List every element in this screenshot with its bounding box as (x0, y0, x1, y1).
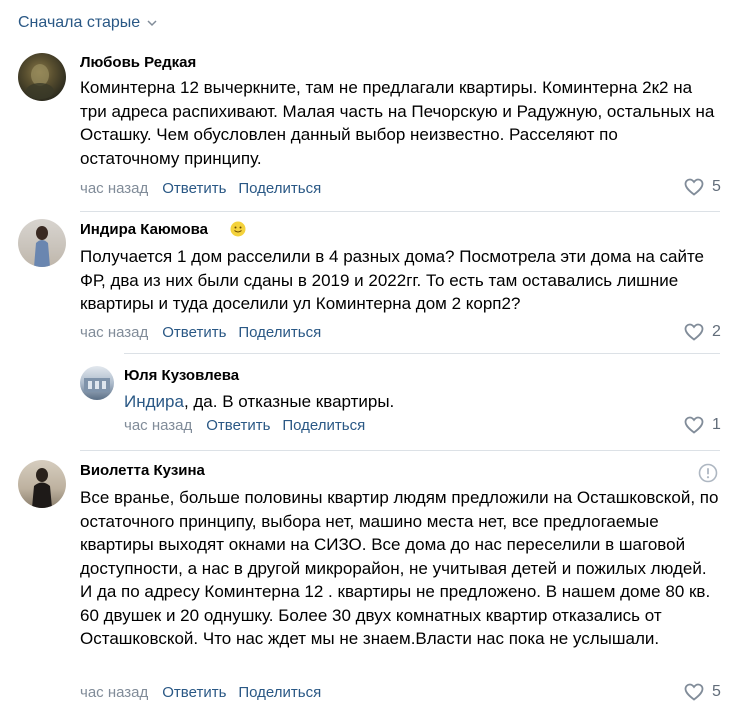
chevron-down-icon (147, 20, 157, 27)
comment-author[interactable]: Индира Каюмова (80, 221, 208, 238)
reply-text: , да. В отказные квартиры. (183, 392, 395, 411)
avatar[interactable] (18, 460, 66, 508)
comment-actions: час назад Ответить Поделиться (80, 180, 333, 197)
avatar[interactable] (18, 219, 66, 267)
share-button[interactable]: Поделиться (282, 417, 365, 434)
share-button[interactable]: Поделиться (238, 324, 321, 341)
heart-icon (684, 416, 704, 434)
like-button[interactable]: 5 (684, 683, 721, 701)
like-button[interactable]: 1 (684, 416, 721, 434)
comment-author[interactable]: Любовь Редкая (80, 54, 196, 71)
avatar[interactable] (80, 366, 114, 400)
comment-time[interactable]: час назад (80, 324, 148, 341)
like-button[interactable]: 5 (684, 178, 721, 196)
comment-divider (80, 450, 720, 451)
comment-divider (124, 353, 720, 354)
sort-dropdown[interactable]: Сначала старые (18, 14, 158, 32)
reply-button[interactable]: Ответить (162, 324, 226, 341)
heart-icon (684, 178, 704, 196)
heart-icon (684, 323, 704, 341)
avatar[interactable] (18, 53, 66, 101)
smiley-icon (230, 221, 246, 237)
comment-text: Все вранье, больше половины квартир людя… (80, 488, 719, 648)
like-button[interactable]: 2 (684, 323, 721, 341)
mention-link[interactable]: Индира (124, 392, 184, 411)
like-count: 5 (712, 178, 721, 195)
like-count: 2 (712, 323, 721, 340)
comment-divider (80, 211, 720, 212)
report-icon[interactable] (698, 463, 718, 483)
share-button[interactable]: Поделиться (238, 684, 321, 701)
reply-button[interactable]: Ответить (162, 180, 226, 197)
comment-time[interactable]: час назад (80, 180, 148, 197)
share-button[interactable]: Поделиться (238, 180, 321, 197)
reply-button[interactable]: Ответить (206, 417, 270, 434)
comment-text: Коминтерна 12 вычеркните, там не предлаг… (80, 78, 715, 168)
heart-icon (684, 683, 704, 701)
sort-label: Сначала старые (18, 14, 141, 31)
comment-time[interactable]: час назад (124, 417, 192, 434)
comment-author[interactable]: Виолетта Кузина (80, 462, 205, 479)
comment-time[interactable]: час назад (80, 684, 148, 701)
like-count: 1 (712, 416, 721, 433)
comment-actions: час назад Ответить Поделиться (124, 417, 377, 434)
comment-actions: час назад Ответить Поделиться (80, 324, 333, 341)
comment-text: Индира, да. В отказные квартиры. (124, 390, 720, 414)
like-count: 5 (712, 683, 721, 700)
comment-actions: час назад Ответить Поделиться (80, 684, 333, 701)
reply-button[interactable]: Ответить (162, 684, 226, 701)
comment-text: Получается 1 дом расселили в 4 разных до… (80, 247, 705, 313)
comment-author[interactable]: Юля Кузовлева (124, 367, 239, 384)
